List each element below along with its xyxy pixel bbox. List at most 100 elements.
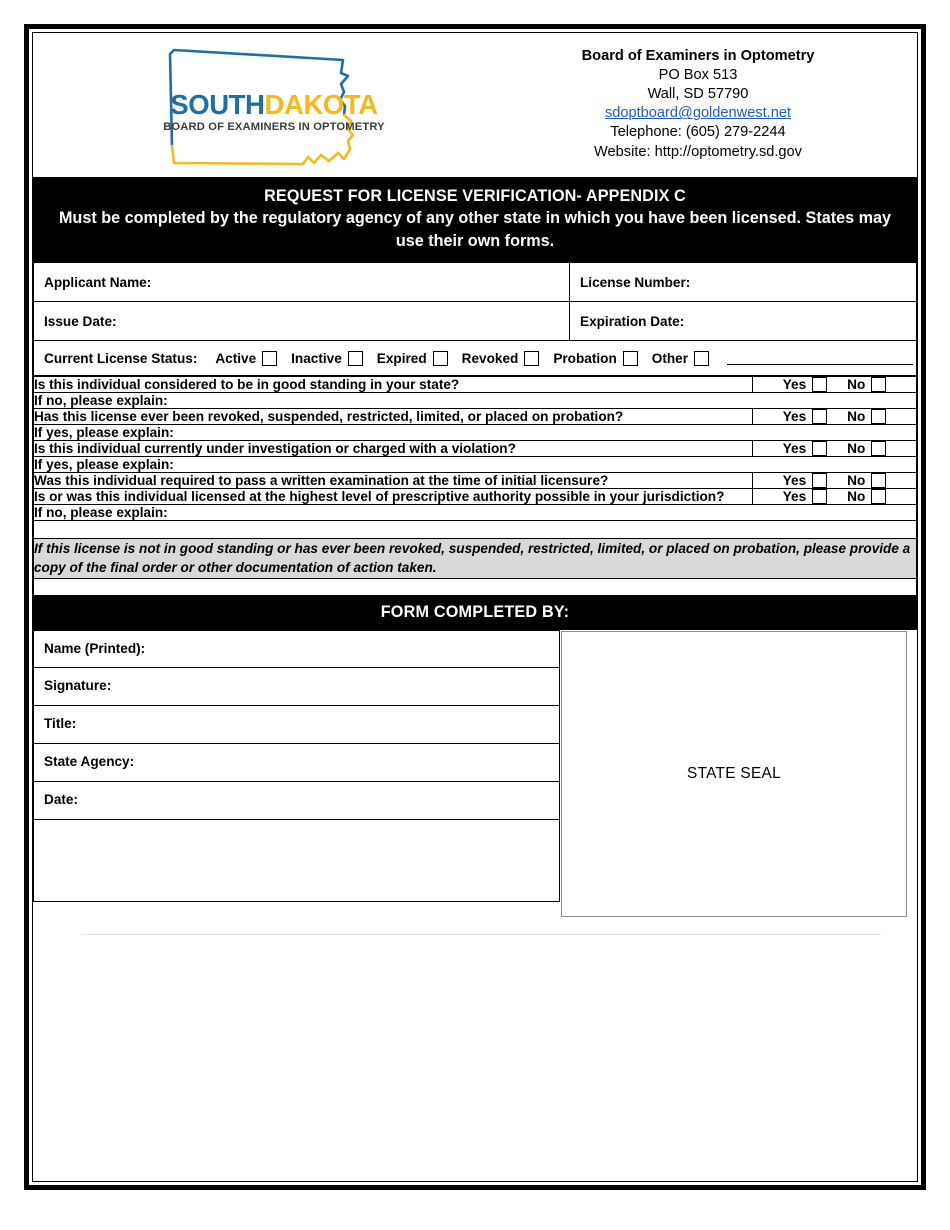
status-option-probation[interactable]: Probation — [553, 350, 638, 366]
question-2-explain-cell[interactable]: If yes, please explain: — [33, 424, 917, 442]
status-option-other[interactable]: Other — [651, 350, 710, 366]
status-option-inactive-label: Inactive — [291, 350, 342, 366]
question-1-no-checkbox[interactable] — [871, 377, 887, 393]
logo-wordmark: SOUTHDAKOTA BOARD OF EXAMINERS IN OPTOME… — [142, 91, 406, 133]
status-option-expired[interactable]: Expired — [377, 350, 448, 366]
expiration-date-cell[interactable]: Expiration Date: — [569, 301, 917, 342]
question-1-explain-label: If no, please explain: — [34, 393, 168, 409]
question-5-yes-label: Yes — [782, 489, 807, 505]
state-seal-area: STATE SEAL — [560, 630, 917, 917]
field-date[interactable]: Date: — [33, 781, 560, 820]
table-row-dates: Issue Date: Expiration Date: — [33, 301, 917, 342]
status-checkbox-other[interactable] — [694, 350, 710, 366]
question-3-no-checkbox[interactable] — [871, 441, 887, 457]
table-row-spacer-2 — [33, 577, 917, 596]
field-date-label: Date: — [44, 791, 78, 807]
header-po-box: PO Box 513 — [658, 67, 738, 84]
table-row-note: If this license is not in good standing … — [33, 538, 917, 579]
logo-word-dakota: DAKOTA — [264, 89, 379, 120]
status-option-revoked[interactable]: Revoked — [462, 350, 540, 366]
status-checkbox-revoked[interactable] — [524, 350, 540, 366]
form-completed-by-section: Name (Printed): Signature: Title: State … — [33, 629, 917, 917]
field-signature[interactable]: Signature: — [33, 667, 560, 706]
table-row-question-2: Has this license ever been revoked, susp… — [33, 408, 917, 426]
questions-table: Is this individual considered to be in g… — [33, 376, 917, 596]
question-4-yes[interactable]: Yes — [783, 473, 828, 489]
license-info-table: Applicant Name: License Number: Issue Da… — [33, 262, 917, 377]
question-1-yes-checkbox[interactable] — [812, 377, 828, 393]
state-seal-box[interactable]: STATE SEAL — [561, 630, 907, 917]
field-title-label: Title: — [44, 715, 77, 731]
form-title: REQUEST FOR LICENSE VERIFICATION- APPEND… — [264, 187, 686, 205]
question-5-answer: Yes No — [752, 488, 917, 506]
question-5-no[interactable]: No — [847, 489, 887, 505]
license-status-cell: Current License Status: Active Inactive … — [33, 340, 917, 377]
question-1-explain-cell[interactable]: If no, please explain: — [33, 392, 917, 410]
question-1-text: Is this individual considered to be in g… — [33, 376, 753, 394]
status-checkbox-active[interactable] — [262, 350, 278, 366]
header-city-state-zip: Wall, SD 57790 — [647, 86, 749, 103]
header-email-link[interactable]: sdoptboard@goldenwest.net — [605, 105, 791, 121]
field-state-agency[interactable]: State Agency: — [33, 743, 560, 782]
question-1-no[interactable]: No — [847, 377, 887, 393]
status-checkbox-probation[interactable] — [622, 350, 638, 366]
table-row-question-4: Was this individual required to pass a w… — [33, 472, 917, 490]
status-checkbox-expired[interactable] — [432, 350, 448, 366]
question-2-no[interactable]: No — [847, 409, 887, 425]
field-title[interactable]: Title: — [33, 705, 560, 744]
question-5-yes-checkbox[interactable] — [812, 489, 828, 505]
field-extra-blank[interactable] — [33, 819, 560, 902]
applicant-name-cell[interactable]: Applicant Name: — [33, 262, 570, 303]
header-telephone: Telephone: (605) 279-2244 — [610, 124, 786, 141]
question-2-yes-checkbox[interactable] — [812, 409, 828, 425]
question-3-yes-checkbox[interactable] — [812, 441, 828, 457]
logo-block: SOUTHDAKOTA BOARD OF EXAMINERS IN OPTOME… — [33, 33, 485, 177]
field-state-agency-label: State Agency: — [44, 753, 135, 769]
expiration-date-label: Expiration Date: — [580, 313, 685, 329]
question-2-explain-label: If yes, please explain: — [34, 425, 174, 441]
status-option-active[interactable]: Active — [215, 350, 278, 366]
question-5-yes[interactable]: Yes — [782, 489, 828, 505]
question-4-yes-checkbox[interactable] — [812, 473, 828, 489]
license-number-cell[interactable]: License Number: — [569, 262, 917, 303]
question-4-no[interactable]: No — [847, 473, 887, 489]
question-3-no-label: No — [847, 441, 866, 457]
license-status-label: Current License Status: — [44, 350, 198, 366]
question-3-yes[interactable]: Yes — [783, 441, 828, 457]
question-5-explain-label: If no, please explain: — [34, 505, 168, 521]
field-signature-label: Signature: — [44, 677, 112, 693]
question-3-explain-cell[interactable]: If yes, please explain: — [33, 456, 917, 474]
table-row-question-5: Is or was this individual licensed at th… — [33, 488, 917, 506]
question-3-no[interactable]: No — [847, 441, 887, 457]
issue-date-label: Issue Date: — [44, 313, 117, 329]
question-5-no-label: No — [847, 489, 866, 505]
status-other-input[interactable] — [727, 352, 914, 365]
form-completed-by-banner: FORM COMPLETED BY: — [33, 595, 917, 630]
form-subtitle: Must be completed by the regulatory agen… — [58, 209, 892, 250]
status-option-probation-label: Probation — [553, 350, 617, 366]
status-checkbox-inactive[interactable] — [347, 350, 363, 366]
table-row-applicant: Applicant Name: License Number: — [33, 262, 917, 303]
question-5-text: Is or was this individual licensed at th… — [33, 488, 753, 506]
issue-date-cell[interactable]: Issue Date: — [33, 301, 570, 342]
footer-divider — [81, 933, 881, 935]
applicant-name-label: Applicant Name: — [44, 274, 152, 290]
question-5-no-checkbox[interactable] — [871, 489, 887, 505]
question-4-no-label: No — [847, 473, 866, 489]
question-2-no-checkbox[interactable] — [871, 409, 887, 425]
form-title-banner: REQUEST FOR LICENSE VERIFICATION- APPEND… — [33, 177, 917, 263]
question-1-yes[interactable]: Yes — [783, 377, 828, 393]
question-1-no-label: No — [847, 377, 866, 393]
question-4-no-checkbox[interactable] — [871, 473, 887, 489]
question-5-explain-cell[interactable]: If no, please explain: — [33, 504, 917, 522]
question-1-answer: Yes No — [752, 376, 917, 394]
status-option-active-label: Active — [215, 350, 257, 366]
status-option-inactive[interactable]: Inactive — [291, 350, 363, 366]
status-option-other-label: Other — [651, 350, 689, 366]
question-4-answer: Yes No — [752, 472, 917, 490]
question-2-yes-label: Yes — [782, 409, 807, 425]
field-name-printed[interactable]: Name (Printed): — [33, 629, 560, 668]
question-2-yes[interactable]: Yes — [782, 409, 828, 425]
logo-title: SOUTHDAKOTA — [142, 91, 406, 119]
header-website: Website: http://optometry.sd.gov — [594, 143, 802, 160]
